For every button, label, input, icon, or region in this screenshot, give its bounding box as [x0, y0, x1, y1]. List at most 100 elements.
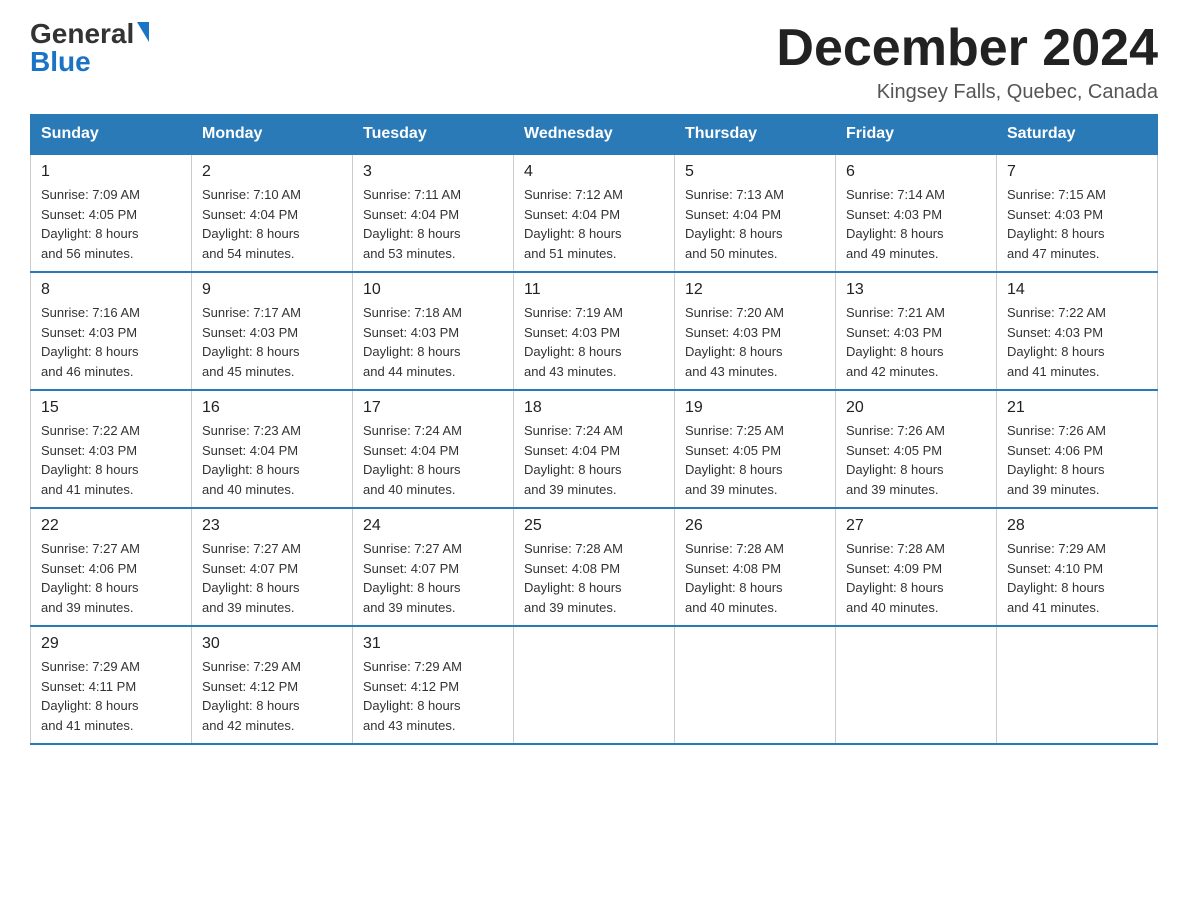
day-cell: 30 Sunrise: 7:29 AM Sunset: 4:12 PM Dayli… [192, 626, 353, 744]
day-info: Sunrise: 7:22 AM Sunset: 4:03 PM Dayligh… [1007, 303, 1147, 381]
day-cell: 2 Sunrise: 7:10 AM Sunset: 4:04 PM Daylig… [192, 154, 353, 272]
col-header-thursday: Thursday [675, 115, 836, 155]
day-cell: 5Sunrise: 7:13 AM Sunset: 4:04 PM Daylig… [675, 154, 836, 272]
day-info: Sunrise: 7:18 AM Sunset: 4:03 PM Dayligh… [363, 303, 503, 381]
day-cell: 18 Sunrise: 7:24 AM Sunset: 4:04 PM Dayli… [514, 390, 675, 508]
day-number: 27 [846, 517, 986, 535]
day-cell: 3Sunrise: 7:11 AM Sunset: 4:04 PM Daylig… [353, 154, 514, 272]
day-number: 2 [202, 163, 342, 181]
day-number: 1 [41, 163, 181, 181]
day-number: 9 [202, 281, 342, 299]
day-info: Sunrise: 7:16 AM Sunset: 4:03 PM Dayligh… [41, 303, 181, 381]
day-cell: 19Sunrise: 7:25 AM Sunset: 4:05 PM Dayli… [675, 390, 836, 508]
day-info: Sunrise: 7:26 AM Sunset: 4:05 PM Dayligh… [846, 421, 986, 499]
day-number: 12 [685, 281, 825, 299]
day-info: Sunrise: 7:29 AM Sunset: 4:12 PM Dayligh… [202, 657, 342, 735]
day-cell: 7 Sunrise: 7:15 AM Sunset: 4:03 PM Daylig… [997, 154, 1158, 272]
day-info: Sunrise: 7:26 AM Sunset: 4:06 PM Dayligh… [1007, 421, 1147, 499]
header-row: SundayMondayTuesdayWednesdayThursdayFrid… [31, 115, 1158, 155]
day-number: 22 [41, 517, 181, 535]
location: Kingsey Falls, Quebec, Canada [776, 81, 1158, 104]
day-info: Sunrise: 7:28 AM Sunset: 4:08 PM Dayligh… [524, 539, 664, 617]
day-info: Sunrise: 7:29 AM Sunset: 4:11 PM Dayligh… [41, 657, 181, 735]
week-row-2: 8 Sunrise: 7:16 AM Sunset: 4:03 PM Daylig… [31, 272, 1158, 390]
day-cell [514, 626, 675, 744]
logo: General Blue [30, 20, 149, 76]
day-cell: 10Sunrise: 7:18 AM Sunset: 4:03 PM Dayli… [353, 272, 514, 390]
col-header-monday: Monday [192, 115, 353, 155]
day-info: Sunrise: 7:19 AM Sunset: 4:03 PM Dayligh… [524, 303, 664, 381]
day-cell: 8 Sunrise: 7:16 AM Sunset: 4:03 PM Daylig… [31, 272, 192, 390]
day-number: 7 [1007, 163, 1147, 181]
day-info: Sunrise: 7:27 AM Sunset: 4:07 PM Dayligh… [202, 539, 342, 617]
day-cell: 27 Sunrise: 7:28 AM Sunset: 4:09 PM Dayli… [836, 508, 997, 626]
day-info: Sunrise: 7:21 AM Sunset: 4:03 PM Dayligh… [846, 303, 986, 381]
day-number: 14 [1007, 281, 1147, 299]
day-cell: 1Sunrise: 7:09 AM Sunset: 4:05 PM Daylig… [31, 154, 192, 272]
day-info: Sunrise: 7:28 AM Sunset: 4:08 PM Dayligh… [685, 539, 825, 617]
col-header-wednesday: Wednesday [514, 115, 675, 155]
day-number: 17 [363, 399, 503, 417]
col-header-tuesday: Tuesday [353, 115, 514, 155]
day-cell: 25Sunrise: 7:28 AM Sunset: 4:08 PM Dayli… [514, 508, 675, 626]
day-cell: 14 Sunrise: 7:22 AM Sunset: 4:03 PM Dayli… [997, 272, 1158, 390]
day-info: Sunrise: 7:15 AM Sunset: 4:03 PM Dayligh… [1007, 185, 1147, 263]
day-number: 23 [202, 517, 342, 535]
col-header-friday: Friday [836, 115, 997, 155]
day-number: 26 [685, 517, 825, 535]
day-number: 8 [41, 281, 181, 299]
day-number: 15 [41, 399, 181, 417]
day-info: Sunrise: 7:23 AM Sunset: 4:04 PM Dayligh… [202, 421, 342, 499]
week-row-4: 22 Sunrise: 7:27 AM Sunset: 4:06 PM Dayli… [31, 508, 1158, 626]
day-info: Sunrise: 7:11 AM Sunset: 4:04 PM Dayligh… [363, 185, 503, 263]
day-number: 20 [846, 399, 986, 417]
day-number: 19 [685, 399, 825, 417]
day-number: 24 [363, 517, 503, 535]
calendar-table: SundayMondayTuesdayWednesdayThursdayFrid… [30, 114, 1158, 745]
day-number: 21 [1007, 399, 1147, 417]
day-cell [836, 626, 997, 744]
day-cell [675, 626, 836, 744]
day-number: 18 [524, 399, 664, 417]
day-cell: 23 Sunrise: 7:27 AM Sunset: 4:07 PM Dayli… [192, 508, 353, 626]
day-number: 29 [41, 635, 181, 653]
day-number: 30 [202, 635, 342, 653]
day-cell: 26 Sunrise: 7:28 AM Sunset: 4:08 PM Dayli… [675, 508, 836, 626]
day-info: Sunrise: 7:20 AM Sunset: 4:03 PM Dayligh… [685, 303, 825, 381]
day-cell: 16 Sunrise: 7:23 AM Sunset: 4:04 PM Dayli… [192, 390, 353, 508]
logo-blue: Blue [30, 48, 91, 76]
logo-arrow-icon [137, 22, 149, 42]
day-info: Sunrise: 7:27 AM Sunset: 4:06 PM Dayligh… [41, 539, 181, 617]
day-number: 28 [1007, 517, 1147, 535]
day-cell: 6Sunrise: 7:14 AM Sunset: 4:03 PM Daylig… [836, 154, 997, 272]
day-info: Sunrise: 7:28 AM Sunset: 4:09 PM Dayligh… [846, 539, 986, 617]
day-cell: 21 Sunrise: 7:26 AM Sunset: 4:06 PM Dayli… [997, 390, 1158, 508]
week-row-3: 15 Sunrise: 7:22 AM Sunset: 4:03 PM Dayli… [31, 390, 1158, 508]
logo-general: General [30, 20, 134, 48]
day-cell: 4Sunrise: 7:12 AM Sunset: 4:04 PM Daylig… [514, 154, 675, 272]
month-title: December 2024 [776, 20, 1158, 77]
day-info: Sunrise: 7:17 AM Sunset: 4:03 PM Dayligh… [202, 303, 342, 381]
page-header: General Blue December 2024 Kingsey Falls… [30, 20, 1158, 104]
day-cell: 15 Sunrise: 7:22 AM Sunset: 4:03 PM Dayli… [31, 390, 192, 508]
day-cell: 9 Sunrise: 7:17 AM Sunset: 4:03 PM Daylig… [192, 272, 353, 390]
day-number: 13 [846, 281, 986, 299]
day-cell: 13 Sunrise: 7:21 AM Sunset: 4:03 PM Dayli… [836, 272, 997, 390]
week-row-5: 29 Sunrise: 7:29 AM Sunset: 4:11 PM Dayli… [31, 626, 1158, 744]
day-cell: 11Sunrise: 7:19 AM Sunset: 4:03 PM Dayli… [514, 272, 675, 390]
day-cell: 20 Sunrise: 7:26 AM Sunset: 4:05 PM Dayli… [836, 390, 997, 508]
day-info: Sunrise: 7:27 AM Sunset: 4:07 PM Dayligh… [363, 539, 503, 617]
day-cell: 22 Sunrise: 7:27 AM Sunset: 4:06 PM Dayli… [31, 508, 192, 626]
day-number: 16 [202, 399, 342, 417]
day-number: 4 [524, 163, 664, 181]
day-info: Sunrise: 7:22 AM Sunset: 4:03 PM Dayligh… [41, 421, 181, 499]
day-cell: 12 Sunrise: 7:20 AM Sunset: 4:03 PM Dayli… [675, 272, 836, 390]
day-info: Sunrise: 7:24 AM Sunset: 4:04 PM Dayligh… [524, 421, 664, 499]
day-info: Sunrise: 7:14 AM Sunset: 4:03 PM Dayligh… [846, 185, 986, 263]
week-row-1: 1Sunrise: 7:09 AM Sunset: 4:05 PM Daylig… [31, 154, 1158, 272]
day-info: Sunrise: 7:10 AM Sunset: 4:04 PM Dayligh… [202, 185, 342, 263]
day-cell: 24 Sunrise: 7:27 AM Sunset: 4:07 PM Dayli… [353, 508, 514, 626]
day-cell [997, 626, 1158, 744]
day-cell: 28Sunrise: 7:29 AM Sunset: 4:10 PM Dayli… [997, 508, 1158, 626]
day-number: 5 [685, 163, 825, 181]
